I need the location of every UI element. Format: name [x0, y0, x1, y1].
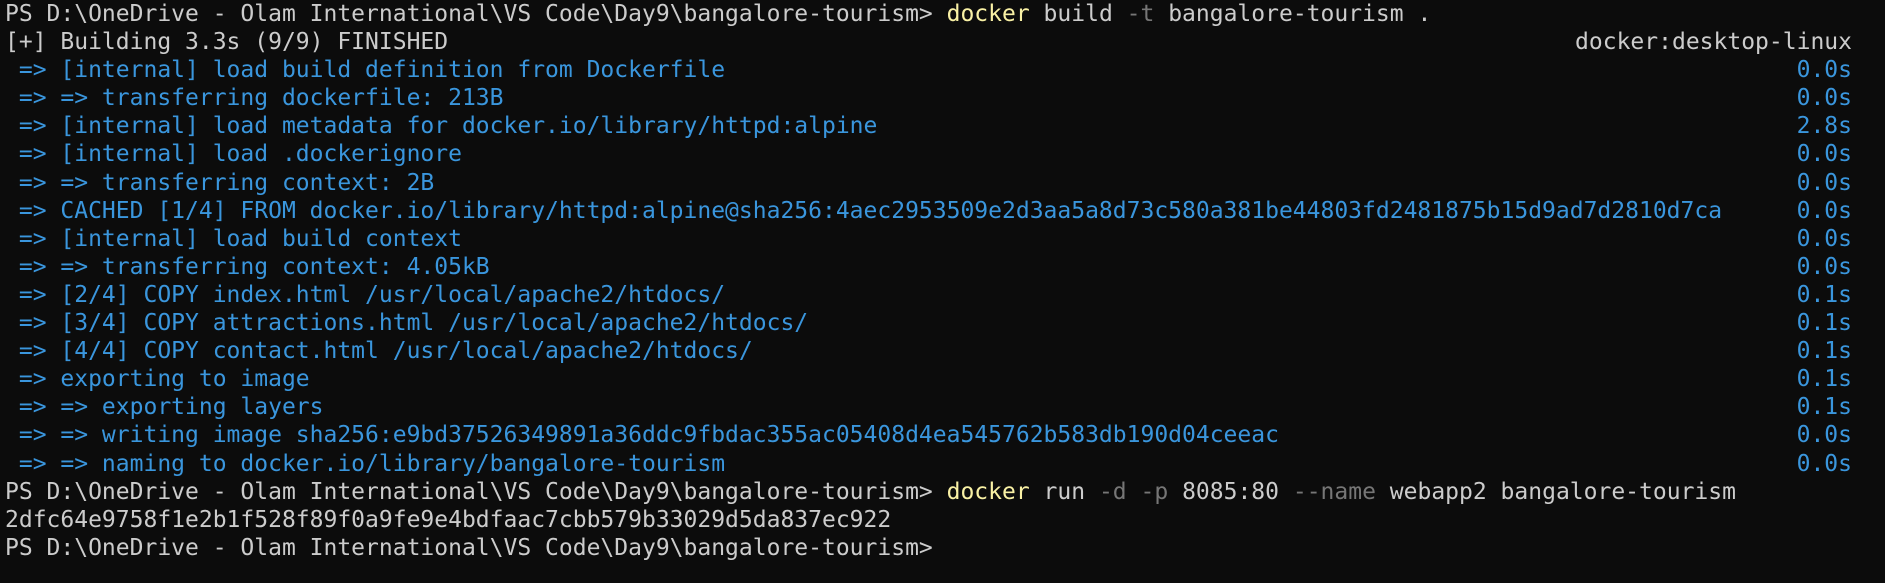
prompt: PS D:\OneDrive - Olam International\VS C… — [5, 478, 947, 505]
build-step-line: => [internal] load metadata for docker.i… — [5, 112, 1885, 140]
build-context: docker:desktop-linux — [1575, 29, 1852, 56]
build-step-text: => [internal] load metadata for docker.i… — [5, 113, 878, 140]
build-step-text: => => transferring context: 4.05kB — [5, 253, 490, 280]
build-steps: => [internal] load build definition from… — [5, 56, 1885, 477]
build-step-line: => [internal] load .dockerignore 0.0s — [5, 140, 1885, 168]
build-step-text: => [2/4] COPY index.html /usr/local/apac… — [5, 281, 726, 308]
build-step-time: 0.1s — [1796, 366, 1852, 393]
build-step-text: => => exporting layers — [5, 394, 324, 421]
build-step-line: => => naming to docker.io/library/bangal… — [5, 450, 1885, 478]
build-step-text: => => transferring dockerfile: 213B — [5, 85, 504, 112]
build-step-time: 2.8s — [1796, 113, 1852, 140]
command-args: run — [1029, 478, 1099, 505]
command-args: bangalore-tourism . — [1154, 1, 1432, 27]
build-step-time: 0.1s — [1796, 394, 1852, 421]
build-step-time: 0.1s — [1796, 338, 1852, 365]
build-step-time: 0.1s — [1796, 310, 1852, 337]
build-step-time: 0.0s — [1796, 141, 1852, 168]
build-step-line: => => transferring context: 4.05kB 0.0s — [5, 253, 1885, 281]
prompt-line-build: PS D:\OneDrive - Olam International\VS C… — [5, 0, 1885, 28]
container-id: 2dfc64e9758f1e2b1f528f89f0a9fe9e4bdfaac7… — [5, 506, 892, 533]
build-step-line: => => writing image sha256:e9bd375263498… — [5, 421, 1885, 449]
command-flag: -p — [1140, 478, 1169, 505]
build-step-time: 0.0s — [1796, 225, 1852, 252]
build-step-line: => => exporting layers 0.1s — [5, 393, 1885, 421]
build-step-time: 0.0s — [1796, 57, 1852, 84]
command-flag: --name — [1292, 478, 1376, 505]
build-step-text: => [4/4] COPY contact.html /usr/local/ap… — [5, 338, 753, 365]
build-step-text: => => transferring context: 2B — [5, 169, 435, 196]
build-step-time: 0.0s — [1796, 169, 1852, 196]
build-step-line: => [internal] load build definition from… — [5, 56, 1885, 84]
prompt-line-current[interactable]: PS D:\OneDrive - Olam International\VS C… — [5, 534, 1885, 562]
build-step-text: => [internal] load build context — [5, 225, 462, 252]
build-step-time: 0.0s — [1796, 422, 1852, 449]
terminal-window[interactable]: PS D:\OneDrive - Olam International\VS C… — [0, 0, 1885, 583]
build-step-time: 0.0s — [1796, 197, 1852, 224]
build-step-text: => exporting to image — [5, 366, 310, 393]
build-step-text: => CACHED [1/4] FROM docker.io/library/h… — [5, 197, 1723, 224]
build-step-line: => [2/4] COPY index.html /usr/local/apac… — [5, 281, 1885, 309]
build-status: [+] Building 3.3s (9/9) FINISHED — [5, 29, 449, 56]
build-step-text: => [internal] load build definition from… — [5, 57, 726, 84]
build-step-line: => CACHED [1/4] FROM docker.io/library/h… — [5, 197, 1885, 225]
build-step-time: 0.0s — [1796, 253, 1852, 280]
build-step-line: => => transferring context: 2B 0.0s — [5, 169, 1885, 197]
command-flag: -t — [1126, 1, 1155, 27]
build-step-line: => exporting to image 0.1s — [5, 365, 1885, 393]
build-step-line: => [internal] load build context 0.0s — [5, 225, 1885, 253]
command-flag: -d — [1098, 478, 1127, 505]
container-id-line: 2dfc64e9758f1e2b1f528f89f0a9fe9e4bdfaac7… — [5, 506, 1885, 534]
build-step-text: => => writing image sha256:e9bd375263498… — [5, 422, 1279, 449]
build-step-time: 0.0s — [1796, 450, 1852, 477]
command-name: docker — [946, 478, 1030, 505]
prompt: PS D:\OneDrive - Olam International\VS C… — [5, 534, 947, 561]
command-args: 8085:80 — [1168, 478, 1293, 505]
build-step-line: => [4/4] COPY contact.html /usr/local/ap… — [5, 337, 1885, 365]
build-step-text: => [3/4] COPY attractions.html /usr/loca… — [5, 310, 809, 337]
build-step-time: 0.0s — [1796, 85, 1852, 112]
prompt: PS D:\OneDrive - Olam International\VS C… — [5, 1, 947, 27]
build-step-text: => [internal] load .dockerignore — [5, 141, 462, 168]
command-args — [1127, 479, 1141, 505]
build-step-time: 0.1s — [1796, 281, 1852, 308]
build-status-line: [+] Building 3.3s (9/9) FINISHED docker:d… — [5, 28, 1885, 56]
prompt-line-run: PS D:\OneDrive - Olam International\VS C… — [5, 478, 1885, 506]
command-args: webapp2 bangalore-tourism — [1375, 478, 1736, 505]
build-step-text: => => naming to docker.io/library/bangal… — [5, 450, 726, 477]
command-args: build — [1029, 1, 1127, 27]
command-name: docker — [946, 1, 1030, 27]
build-step-line: => [3/4] COPY attractions.html /usr/loca… — [5, 309, 1885, 337]
build-step-line: => => transferring dockerfile: 213B 0.0s — [5, 84, 1885, 112]
